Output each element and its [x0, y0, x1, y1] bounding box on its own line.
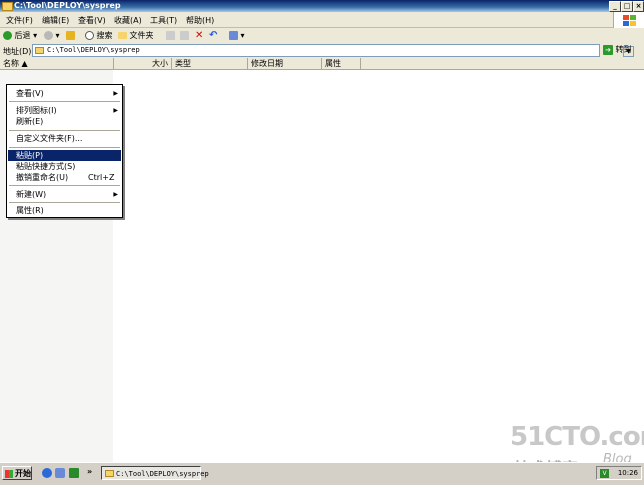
- menu-separator: [9, 130, 120, 131]
- submenu-arrow-icon: ▶: [113, 107, 118, 114]
- clock[interactable]: 10:26: [618, 469, 638, 477]
- submenu-arrow-icon: ▶: [113, 191, 118, 198]
- column-modified[interactable]: 修改日期: [248, 58, 322, 69]
- menu-item-view[interactable]: 查看(V) ▶: [8, 88, 121, 99]
- address-bar: 地址(D) C:\Tool\DEPLOY\sysprep ▼ ➔ 转到: [0, 43, 644, 59]
- move-to-icon: [166, 31, 175, 40]
- folder-icon: [35, 47, 44, 54]
- menu-tools[interactable]: 工具(T): [150, 15, 177, 26]
- start-button[interactable]: 开始: [2, 466, 32, 480]
- address-value: C:\Tool\DEPLOY\sysprep: [47, 46, 140, 54]
- menu-edit[interactable]: 编辑(E): [42, 15, 69, 26]
- app-icon[interactable]: [69, 468, 79, 478]
- views-icon: [229, 31, 238, 40]
- submenu-arrow-icon: ▶: [113, 90, 118, 97]
- window-title: C:\Tool\DEPLOY\sysprep: [14, 1, 121, 10]
- menu-item-paste-shortcut[interactable]: 粘贴快捷方式(S): [8, 161, 121, 172]
- folder-icon: [105, 470, 114, 477]
- folders-button[interactable]: 文件夹: [118, 30, 154, 41]
- menu-item-properties[interactable]: 属性(R): [8, 205, 121, 216]
- up-folder-icon: [66, 31, 75, 40]
- menu-item-new[interactable]: 新建(W) ▶: [8, 189, 121, 200]
- ie-icon[interactable]: [42, 468, 52, 478]
- address-label: 地址(D): [3, 47, 32, 56]
- views-button[interactable]: ▾: [229, 30, 245, 41]
- go-button[interactable]: ➔ 转到: [603, 44, 632, 56]
- delete-button[interactable]: ✕: [195, 30, 203, 41]
- menu-item-undo-rename[interactable]: 撤销重命名(U) Ctrl+Z: [8, 172, 121, 183]
- column-size[interactable]: 大小: [114, 58, 172, 69]
- up-folder-button[interactable]: [66, 30, 75, 41]
- delete-icon: ✕: [195, 30, 204, 41]
- menu-view[interactable]: 查看(V): [78, 15, 106, 26]
- move-to-button[interactable]: [166, 30, 175, 41]
- system-tray: V 10:26: [596, 466, 642, 480]
- watermark-logo: 51CTO.com: [510, 422, 644, 452]
- menu-item-refresh[interactable]: 刷新(E): [8, 116, 121, 127]
- back-arrow-icon: [3, 31, 12, 40]
- menu-separator: [9, 185, 120, 186]
- column-type[interactable]: 类型: [172, 58, 248, 69]
- menu-separator: [9, 202, 120, 203]
- menu-favorites[interactable]: 收藏(A): [114, 15, 142, 26]
- address-input[interactable]: C:\Tool\DEPLOY\sysprep ▼: [32, 44, 634, 57]
- quicklaunch-more[interactable]: »: [87, 467, 92, 476]
- column-header: 名称 ▲ 大小 类型 修改日期 属性: [0, 58, 644, 70]
- folder-icon: [118, 32, 127, 39]
- close-button[interactable]: ×: [633, 1, 644, 12]
- menu-separator: [9, 147, 120, 148]
- forward-arrow-icon: [44, 31, 53, 40]
- context-menu: 查看(V) ▶ 排列图标(I) ▶ 刷新(E) 自定义文件夹(F)... 粘贴(P)…: [6, 84, 123, 218]
- explorer-window: C:\Tool\DEPLOY\sysprep _ □ × 文件(F) 编辑(E)…: [0, 0, 644, 462]
- menu-help[interactable]: 帮助(H): [186, 15, 214, 26]
- menu-item-arrange-icons[interactable]: 排列图标(I) ▶: [8, 105, 121, 116]
- taskbar-item-explorer[interactable]: C:\Tool\DEPLOY\sysprep: [101, 466, 209, 480]
- search-icon: [85, 31, 94, 40]
- maximize-button[interactable]: □: [621, 1, 633, 12]
- folder-icon: [2, 2, 13, 11]
- column-attributes[interactable]: 属性: [322, 58, 361, 69]
- minimize-button[interactable]: _: [609, 1, 621, 12]
- back-button[interactable]: 后退 ▾: [3, 30, 37, 41]
- windows-flag-icon: [5, 470, 13, 478]
- copy-to-button[interactable]: [180, 30, 189, 41]
- title-bar[interactable]: C:\Tool\DEPLOY\sysprep _ □ ×: [0, 0, 644, 12]
- menu-bar: 文件(F) 编辑(E) 查看(V) 收藏(A) 工具(T) 帮助(H): [0, 13, 644, 28]
- copy-to-icon: [180, 31, 189, 40]
- search-button[interactable]: 搜索: [85, 30, 113, 41]
- forward-button[interactable]: ▾: [44, 30, 60, 41]
- menu-file[interactable]: 文件(F): [6, 15, 33, 26]
- desktop-icon[interactable]: [55, 468, 65, 478]
- menu-item-customize-folder[interactable]: 自定义文件夹(F)...: [8, 133, 121, 144]
- go-arrow-icon: ➔: [603, 44, 613, 55]
- windows-logo-icon: [613, 12, 644, 29]
- undo-button[interactable]: ↶: [209, 30, 217, 41]
- undo-icon: ↶: [209, 30, 218, 41]
- taskbar: 开始 » C:\Tool\DEPLOY\sysprep V 10:26: [0, 462, 644, 485]
- shortcut-label: Ctrl+Z: [88, 173, 115, 182]
- column-name[interactable]: 名称 ▲: [0, 58, 114, 69]
- toolbar: 后退 ▾ ▾ 搜索 文件夹 ✕ ↶ ▾: [0, 28, 644, 44]
- menu-separator: [9, 101, 120, 102]
- tray-app-icon[interactable]: V: [600, 469, 609, 478]
- menu-item-paste[interactable]: 粘贴(P): [8, 150, 121, 161]
